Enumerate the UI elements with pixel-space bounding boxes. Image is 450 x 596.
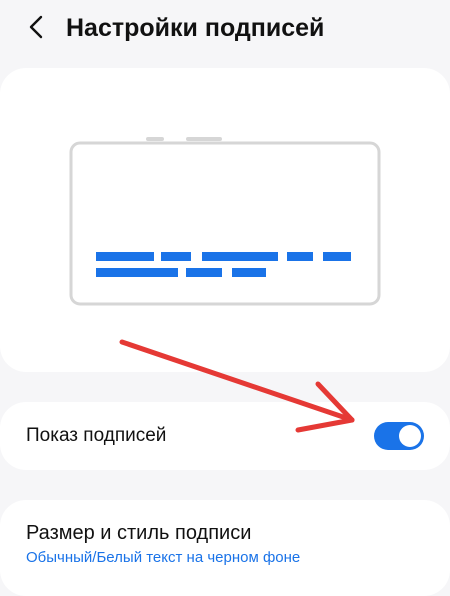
page-title: Настройки подписей — [66, 14, 325, 42]
caption-style-title: Размер и стиль подписи — [26, 522, 252, 544]
back-button[interactable] — [22, 12, 52, 42]
caption-style-value: Обычный/Белый текст на черном фоне — [26, 549, 301, 566]
caption-dash — [323, 252, 351, 261]
toggle-knob — [399, 425, 421, 447]
caption-dash — [287, 252, 313, 261]
caption-dash — [202, 252, 278, 261]
caption-dash — [96, 252, 154, 261]
show-captions-label: Показ подписей — [26, 425, 167, 446]
app-header: Настройки подписей — [0, 0, 450, 56]
caption-dash — [161, 252, 191, 261]
caption-style-row[interactable]: Размер и стиль подписи Обычный/Белый тек… — [0, 500, 450, 596]
phone-button-right — [186, 137, 222, 141]
show-captions-toggle[interactable] — [374, 422, 424, 450]
caption-preview-card — [0, 68, 450, 372]
caption-dash — [232, 268, 266, 277]
phone-button-left — [146, 137, 164, 141]
caption-dash — [96, 268, 178, 277]
chevron-left-icon — [29, 15, 43, 39]
caption-preview-illustration — [69, 137, 381, 306]
caption-dash — [186, 268, 222, 277]
phone-frame — [69, 141, 381, 306]
